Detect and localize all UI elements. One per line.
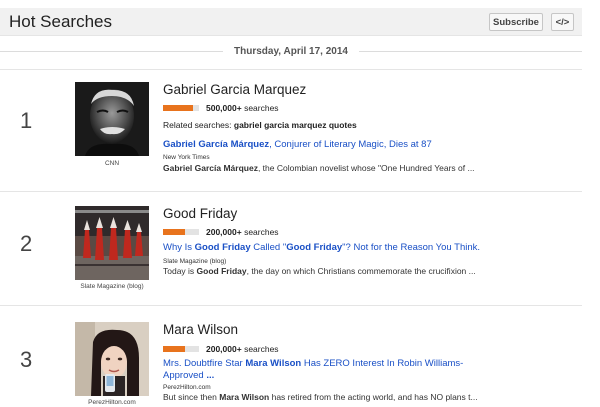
search-volume-bar <box>163 346 199 352</box>
thumbnail-source[interactable]: Slate Magazine (blog) <box>57 283 167 290</box>
article-source: Slate Magazine (blog) <box>163 258 227 265</box>
trend-separator <box>0 191 582 192</box>
thumbnail-source[interactable]: CNN <box>57 160 167 167</box>
trend-separator <box>0 69 582 70</box>
article-snippet: But since then Mara Wilson has retired f… <box>163 392 478 402</box>
trend-separator <box>0 305 582 306</box>
search-count-value: 500,000+ <box>206 103 242 113</box>
trend-rank: 1 <box>20 108 33 133</box>
trend-title[interactable]: Good Friday <box>163 206 237 221</box>
trend-thumbnail[interactable] <box>75 82 149 156</box>
search-count-suffix: searches <box>241 103 279 113</box>
article-snippet: Gabriel García Márquez, the Colombian no… <box>163 163 475 173</box>
trend-title[interactable]: Gabriel Garcia Marquez <box>163 82 306 97</box>
page-title: Hot Searches <box>9 12 112 31</box>
trend-title[interactable]: Mara Wilson <box>163 322 238 337</box>
related-label: Related searches: <box>163 120 234 130</box>
search-volume-fill <box>163 229 185 235</box>
article-title-link[interactable]: Gabriel García Márquez, Conjurer of Lite… <box>163 139 483 151</box>
search-count: 500,000+ searches <box>206 103 279 113</box>
trend-thumbnail[interactable] <box>75 206 149 280</box>
article-snippet: Today is Good Friday, the day on which C… <box>163 266 476 276</box>
portrait-image <box>75 82 149 156</box>
related-term-link[interactable]: gabriel garcia marquez quotes <box>234 120 357 130</box>
divider-line-left <box>0 50 224 52</box>
date-divider: Thursday, April 17, 2014 <box>0 44 582 58</box>
selfie-image <box>75 322 149 396</box>
article-title-link[interactable]: Why Is Good Friday Called "Good Friday"?… <box>163 242 483 254</box>
search-count-value: 200,000+ <box>206 344 242 354</box>
trend-rank: 2 <box>20 231 33 256</box>
related-searches: Related searches: gabriel garcia marquez… <box>163 120 357 130</box>
search-count-suffix: searches <box>241 344 279 354</box>
search-volume-bar <box>163 229 199 235</box>
trend-rank: 3 <box>20 347 33 372</box>
article-source: New York Times <box>163 154 210 161</box>
header-bar: Hot Searches Subscribe </> <box>0 8 582 36</box>
search-volume-fill <box>163 105 193 111</box>
search-volume-fill <box>163 346 185 352</box>
search-count-value: 200,000+ <box>206 227 242 237</box>
procession-image <box>75 206 149 280</box>
article-title-link[interactable]: Mrs. Doubtfire Star Mara Wilson Has ZERO… <box>163 358 473 382</box>
embed-code-icon: </> <box>555 16 570 28</box>
trend-thumbnail[interactable] <box>75 322 149 396</box>
embed-code-button[interactable]: </> <box>551 13 574 31</box>
date-label: Thursday, April 17, 2014 <box>234 45 348 57</box>
search-volume-bar <box>163 105 199 111</box>
subscribe-button[interactable]: Subscribe <box>489 13 543 31</box>
search-count-suffix: searches <box>241 227 279 237</box>
divider-line-right <box>358 50 582 52</box>
article-source: PerezHilton.com <box>163 384 211 391</box>
thumbnail-source[interactable]: PerezHilton.com <box>57 399 167 406</box>
search-count: 200,000+ searches <box>206 344 279 354</box>
search-count: 200,000+ searches <box>206 227 279 237</box>
